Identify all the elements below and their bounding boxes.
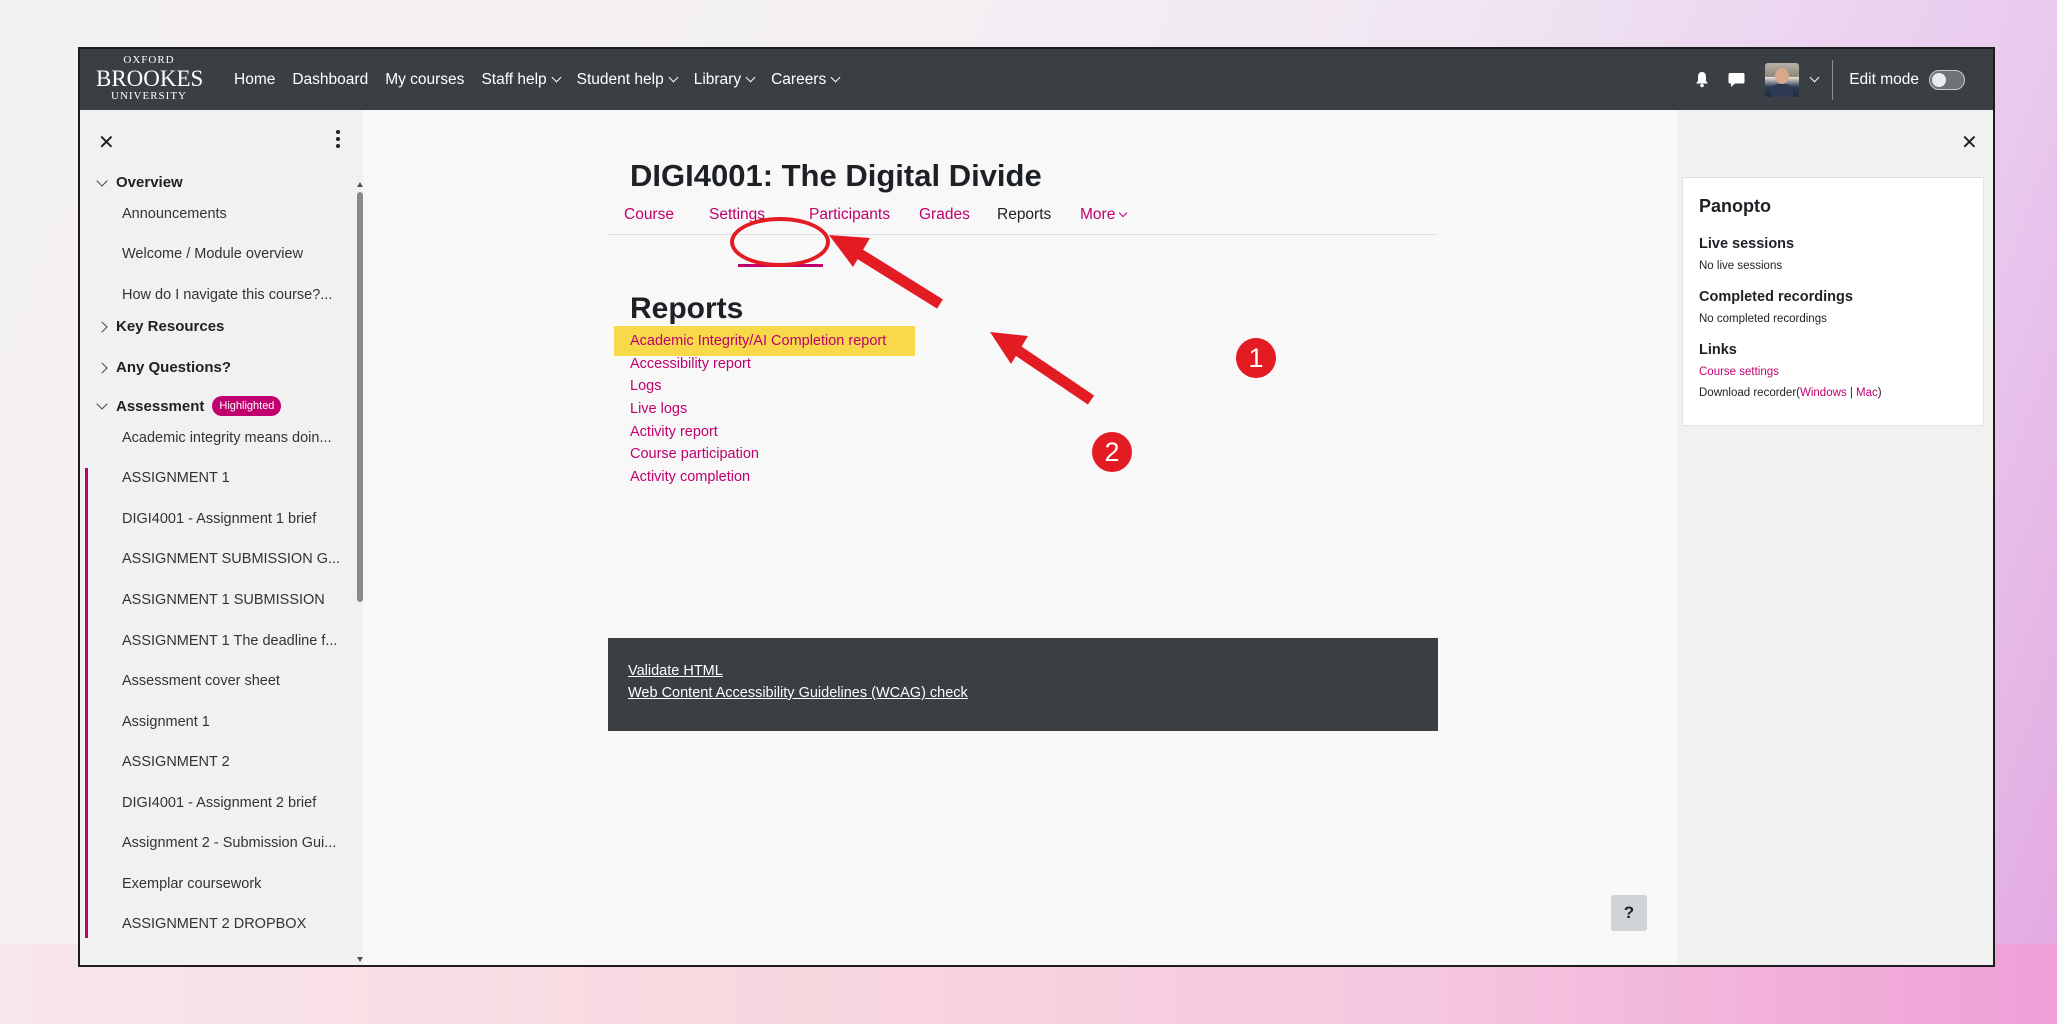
course-index-item[interactable]: ASSIGNMENT 2 DROPBOX xyxy=(122,916,306,932)
logo-line-1: OXFORD xyxy=(123,54,175,66)
section-overview[interactable]: Overview xyxy=(96,174,183,191)
course-index-drawer: ✕ Overview Announcements Welcome / Modul… xyxy=(80,110,363,965)
nav-staff-help-label: Staff help xyxy=(481,70,547,88)
chevron-down-icon xyxy=(745,72,756,83)
course-index-item[interactable]: Announcements xyxy=(122,206,227,222)
course-index-item[interactable]: Assignment 1 xyxy=(122,714,210,730)
completed-recordings-text: No completed recordings xyxy=(1699,313,1827,325)
more-options-icon[interactable] xyxy=(336,130,340,151)
close-icon[interactable]: ✕ xyxy=(98,130,115,155)
section-assessment[interactable]: Assessment Highlighted xyxy=(96,396,282,416)
nav-library-label: Library xyxy=(693,70,742,88)
block-drawer: ✕ Panopto Live sessions No live sessions… xyxy=(1677,110,1993,965)
download-recorder-line: Download recorder(Windows | Mac) xyxy=(1699,387,1882,399)
primary-navigation: Home Dashboard My courses Staff help Stu… xyxy=(234,49,856,110)
nav-staff-help[interactable]: Staff help xyxy=(481,70,562,89)
course-index-item[interactable]: ASSIGNMENT 1 The deadline f... xyxy=(122,633,337,649)
course-index-item[interactable]: Academic integrity means doin... xyxy=(122,430,332,446)
bell-icon xyxy=(1696,72,1709,88)
section-key-resources[interactable]: Key Resources xyxy=(96,318,225,335)
annotation-arrow-1 xyxy=(829,235,943,309)
main-content: DIGI4001: The Digital Divide Course Sett… xyxy=(363,110,1677,965)
completed-recordings-heading: Completed recordings xyxy=(1699,289,1853,305)
navbar-user-area: Edit mode xyxy=(1687,49,1993,110)
university-logo[interactable]: OXFORD BROOKES UNIVERSITY xyxy=(96,54,204,102)
logo-line-2: BROOKES xyxy=(96,66,204,91)
course-index-item[interactable]: ASSIGNMENT 1 xyxy=(122,470,230,486)
chevron-down-icon[interactable] xyxy=(96,174,108,187)
close-icon[interactable]: ✕ xyxy=(1961,130,1978,155)
highlighted-badge: Highlighted xyxy=(212,396,282,416)
section-title: Assessment xyxy=(116,397,205,415)
panopto-title: Panopto xyxy=(1699,196,1771,216)
windows-download-link[interactable]: Windows xyxy=(1800,387,1847,399)
course-index-item[interactable]: ASSIGNMENT 1 SUBMISSION xyxy=(122,592,325,608)
chat-icon xyxy=(1728,72,1745,87)
panopto-block: Panopto Live sessions No live sessions C… xyxy=(1682,177,1984,426)
annotation-marker-1: 1 xyxy=(1236,338,1276,378)
course-settings-link[interactable]: Course settings xyxy=(1699,366,1779,378)
chevron-down-icon xyxy=(830,72,841,83)
chevron-down-icon[interactable] xyxy=(96,398,108,410)
user-avatar[interactable] xyxy=(1765,62,1800,97)
download-recorder-prefix: Download recorder( xyxy=(1699,387,1800,399)
messages-button[interactable] xyxy=(1721,65,1751,95)
section-title: Any Questions? xyxy=(116,359,232,376)
section-title: Key Resources xyxy=(116,318,225,335)
course-index: Overview Announcements Welcome / Module … xyxy=(80,168,355,965)
course-index-item[interactable]: How do I navigate this course?... xyxy=(122,287,332,303)
nav-careers[interactable]: Careers xyxy=(771,70,841,89)
chevron-down-icon xyxy=(551,72,562,83)
chevron-down-icon[interactable] xyxy=(1809,72,1820,83)
live-sessions-heading: Live sessions xyxy=(1699,236,1795,252)
course-index-item[interactable]: DIGI4001 - Assignment 2 brief xyxy=(122,795,316,811)
edit-mode-toggle[interactable] xyxy=(1929,69,1965,90)
nav-my-courses[interactable]: My courses xyxy=(385,71,464,89)
links-heading: Links xyxy=(1699,342,1737,358)
download-recorder-suffix: ) xyxy=(1877,387,1882,399)
nav-home-label: Home xyxy=(234,70,276,88)
mac-download-link[interactable]: Mac xyxy=(1856,387,1878,399)
course-index-item[interactable]: Welcome / Module overview xyxy=(122,246,303,262)
section-any-questions[interactable]: Any Questions? xyxy=(96,359,232,376)
nav-careers-label: Careers xyxy=(771,70,827,88)
live-sessions-text: No live sessions xyxy=(1699,260,1783,272)
section-title: Overview xyxy=(116,174,183,191)
annotation-arrows xyxy=(829,235,1095,405)
course-index-item[interactable]: DIGI4001 - Assignment 1 brief xyxy=(122,511,316,527)
top-navbar: OXFORD BROOKES UNIVERSITY Home Dashboard… xyxy=(80,49,1993,110)
nav-dashboard-label: Dashboard xyxy=(292,70,369,88)
chevron-down-icon xyxy=(668,72,679,83)
link-separator: | xyxy=(1846,387,1857,399)
annotation-arrow-2 xyxy=(990,332,1095,405)
nav-student-help[interactable]: Student help xyxy=(576,70,679,89)
chevron-right-icon[interactable] xyxy=(96,361,108,374)
course-index-item[interactable]: Exemplar coursework xyxy=(122,876,261,892)
course-index-item[interactable]: ASSIGNMENT 2 xyxy=(122,754,230,770)
nav-student-help-label: Student help xyxy=(576,70,664,88)
nav-dashboard[interactable]: Dashboard xyxy=(292,71,368,89)
nav-my-courses-label: My courses xyxy=(385,70,465,88)
edit-mode-label: Edit mode xyxy=(1849,70,1919,88)
nav-library[interactable]: Library xyxy=(693,70,756,89)
course-index-item[interactable]: Assessment cover sheet xyxy=(122,673,280,689)
course-index-item[interactable]: ASSIGNMENT SUBMISSION G... xyxy=(122,551,340,567)
course-index-item[interactable]: Assignment 2 - Submission Gui... xyxy=(122,835,336,851)
notifications-button[interactable] xyxy=(1687,65,1717,95)
nav-home[interactable]: Home xyxy=(234,71,275,89)
logo-line-3: UNIVERSITY xyxy=(111,90,187,102)
annotation-marker-2: 2 xyxy=(1092,432,1132,472)
browser-window: OXFORD BROOKES UNIVERSITY Home Dashboard… xyxy=(78,47,1995,967)
chevron-right-icon[interactable] xyxy=(96,320,108,333)
navbar-divider xyxy=(1832,59,1834,100)
